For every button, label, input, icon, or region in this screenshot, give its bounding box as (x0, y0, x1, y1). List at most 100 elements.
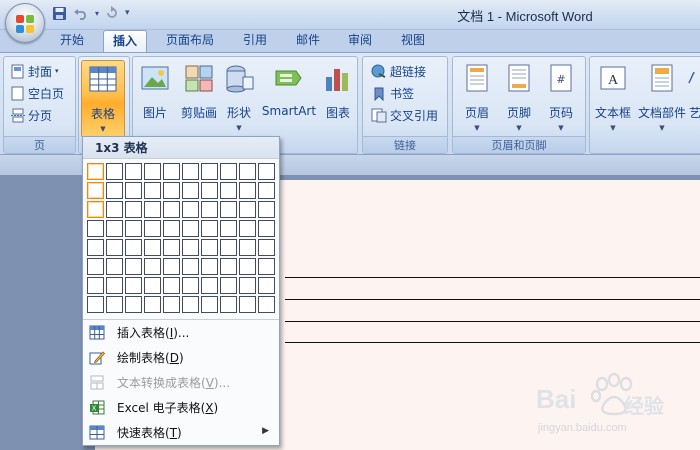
table-grid-cell[interactable] (201, 277, 218, 294)
table-grid-cell[interactable] (106, 239, 123, 256)
table-button[interactable]: 表格 ▼ (81, 60, 125, 138)
table-grid-cell[interactable] (220, 277, 237, 294)
table-grid-cell[interactable] (144, 239, 161, 256)
clipart-button[interactable]: 剪贴画 (177, 60, 221, 138)
table-grid-cell[interactable] (258, 163, 275, 180)
table-grid-cell[interactable] (182, 239, 199, 256)
table-grid-cell[interactable] (220, 182, 237, 199)
tab-mailings[interactable]: 邮件 (286, 30, 330, 53)
table-grid-cell[interactable] (220, 163, 237, 180)
table-grid-cell[interactable] (163, 296, 180, 313)
table-grid-cell[interactable] (125, 201, 142, 218)
table-grid-cell[interactable] (125, 163, 142, 180)
table-grid-cell[interactable] (163, 220, 180, 237)
table-grid-cell[interactable] (163, 277, 180, 294)
table-grid-cell[interactable] (220, 201, 237, 218)
table-grid-cell[interactable] (163, 258, 180, 275)
table-grid-cell[interactable] (182, 201, 199, 218)
table-grid-cell[interactable] (106, 220, 123, 237)
smartart-button[interactable]: SmartArt (259, 60, 319, 138)
header-button[interactable]: 页眉 ▼ (457, 60, 497, 138)
table-grid-cell[interactable] (163, 239, 180, 256)
table-grid-cell[interactable] (258, 277, 275, 294)
wordart-button[interactable]: 艺 (688, 60, 700, 138)
table-grid-cell[interactable] (182, 277, 199, 294)
table-grid-cell[interactable] (239, 296, 256, 313)
table-grid-cell[interactable] (106, 201, 123, 218)
table-grid-cell[interactable] (106, 296, 123, 313)
tab-insert[interactable]: 插入 (103, 30, 147, 53)
table-grid-cell[interactable] (201, 239, 218, 256)
page-number-button[interactable]: # 页码 ▼ (541, 60, 581, 138)
table-grid-cell[interactable] (144, 182, 161, 199)
table-grid-cell[interactable] (125, 220, 142, 237)
insert-table-menu-item[interactable]: 插入表格(I)... (83, 320, 279, 345)
table-grid-cell[interactable] (239, 258, 256, 275)
table-grid-cell[interactable] (87, 258, 104, 275)
table-grid-cell[interactable] (106, 182, 123, 199)
quick-parts-button[interactable]: 文档部件 ▼ (636, 60, 688, 138)
tab-page-layout[interactable]: 页面布局 (158, 30, 222, 53)
table-grid-cell[interactable] (201, 220, 218, 237)
blank-page-button[interactable]: 空白页 (11, 83, 64, 103)
shapes-button[interactable]: 形状 ▼ (223, 60, 255, 138)
tab-home[interactable]: 开始 (50, 30, 94, 53)
tab-view[interactable]: 视图 (391, 30, 435, 53)
footer-button[interactable]: 页脚 ▼ (499, 60, 539, 138)
cross-reference-button[interactable]: 交叉引用 (371, 105, 438, 125)
table-grid-cell[interactable] (239, 277, 256, 294)
excel-spreadsheet-menu-item[interactable]: X Excel 电子表格(X) (83, 395, 279, 420)
cover-page-button[interactable]: 封面 ▾ (11, 61, 59, 81)
draw-table-menu-item[interactable]: 绘制表格(D) (83, 345, 279, 370)
table-grid-cell[interactable] (258, 296, 275, 313)
table-grid-cell[interactable] (163, 182, 180, 199)
table-grid-cell[interactable] (87, 163, 104, 180)
table-grid-cell[interactable] (201, 258, 218, 275)
table-grid-cell[interactable] (106, 163, 123, 180)
table-grid-cell[interactable] (125, 296, 142, 313)
table-grid-cell[interactable] (258, 220, 275, 237)
chevron-down-icon[interactable]: ▾ (95, 5, 99, 21)
table-grid-cell[interactable] (125, 239, 142, 256)
table-grid-cell[interactable] (220, 220, 237, 237)
table-grid-cell[interactable] (201, 163, 218, 180)
table-grid-cell[interactable] (87, 296, 104, 313)
table-grid-cell[interactable] (182, 163, 199, 180)
save-icon[interactable] (52, 5, 67, 21)
table-grid-cell[interactable] (258, 239, 275, 256)
picture-button[interactable]: 图片 (137, 60, 173, 138)
table-grid-cell[interactable] (220, 239, 237, 256)
table-grid-cell[interactable] (144, 201, 161, 218)
table-grid-cell[interactable] (144, 277, 161, 294)
hyperlink-button[interactable]: 超链接 (371, 61, 426, 81)
table-grid-cell[interactable] (239, 220, 256, 237)
table-grid-cell[interactable] (201, 296, 218, 313)
table-grid-cell[interactable] (125, 277, 142, 294)
table-grid-cell[interactable] (163, 163, 180, 180)
table-grid-cell[interactable] (182, 296, 199, 313)
table-grid-cell[interactable] (144, 163, 161, 180)
tab-references[interactable]: 引用 (233, 30, 277, 53)
table-grid-cell[interactable] (163, 201, 180, 218)
table-grid-cell[interactable] (239, 163, 256, 180)
undo-icon[interactable] (73, 5, 89, 21)
office-button[interactable] (5, 3, 45, 43)
tab-review[interactable]: 审阅 (338, 30, 382, 53)
table-grid-cell[interactable] (87, 220, 104, 237)
page-break-button[interactable]: 分页 (11, 105, 52, 125)
table-grid-cell[interactable] (258, 258, 275, 275)
table-grid-cell[interactable] (87, 201, 104, 218)
bookmark-button[interactable]: 书签 (371, 83, 414, 103)
table-grid-cell[interactable] (87, 277, 104, 294)
table-grid-cell[interactable] (87, 182, 104, 199)
table-grid-cell[interactable] (239, 182, 256, 199)
table-grid-cell[interactable] (125, 182, 142, 199)
table-grid-cell[interactable] (201, 182, 218, 199)
table-grid-cell[interactable] (87, 239, 104, 256)
table-grid-cell[interactable] (220, 258, 237, 275)
table-grid-cell[interactable] (258, 201, 275, 218)
table-grid-cell[interactable] (239, 239, 256, 256)
textbox-button[interactable]: A 文本框 ▼ (592, 60, 634, 138)
table-grid-cell[interactable] (144, 296, 161, 313)
table-grid-cell[interactable] (182, 220, 199, 237)
